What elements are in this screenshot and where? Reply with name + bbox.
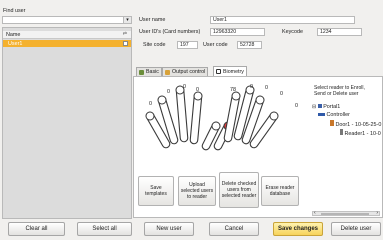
finger-count-label: 0 — [167, 89, 170, 95]
site-code-input[interactable]: 197 — [177, 41, 198, 49]
door-icon — [330, 120, 334, 126]
tree-node[interactable]: Controller — [318, 112, 350, 118]
finger-count-label: 0 — [196, 87, 199, 93]
finger-select-button[interactable] — [255, 95, 265, 105]
expand-icon: ⊟ — [312, 104, 317, 110]
user-code-label: User code — [203, 42, 228, 48]
controller-icon — [318, 113, 325, 116]
keycode-input[interactable]: 1234 — [317, 28, 362, 36]
tab-biometry[interactable]: Biometry — [213, 66, 247, 76]
tab-basic[interactable]: Basic — [136, 67, 162, 76]
tree-scrollbar[interactable]: ‹ › — [312, 210, 380, 216]
reader-icon — [340, 129, 343, 135]
card-numbers-label: User ID's (Card numbers) — [139, 29, 201, 35]
finger-count-label: 78 — [230, 87, 236, 93]
finger-count-label: 0 — [280, 91, 283, 97]
finger-count-label: 0 — [295, 103, 298, 109]
tree-node[interactable]: Door1 - 10-05-25-0 — [330, 120, 381, 128]
finger-count-label: 0 — [149, 101, 152, 107]
finger-fill — [176, 86, 188, 142]
user-code-input[interactable]: 52728 — [237, 41, 262, 49]
delete-user-button[interactable]: Delete user — [331, 222, 381, 236]
finger-count-label: 0 — [250, 84, 253, 90]
finger-count-label: 0 — [183, 84, 186, 90]
new-user-button[interactable]: New user — [144, 222, 194, 236]
scroll-right-icon: › — [376, 210, 378, 216]
finger-select-button[interactable] — [269, 111, 279, 121]
card-number-input[interactable]: 12963320 — [210, 28, 265, 36]
finger-fill — [190, 92, 202, 144]
row-checkbox[interactable] — [123, 41, 128, 46]
portal-icon — [317, 104, 322, 108]
output-control-icon — [165, 69, 170, 75]
finger-select-button[interactable] — [211, 121, 221, 131]
find-user-label: Find user — [3, 8, 26, 14]
site-code-label: Site code — [143, 42, 166, 48]
tree-node[interactable]: ⊟ Portal1 — [312, 104, 340, 110]
scroll-thumb[interactable] — [321, 213, 369, 215]
find-user-input[interactable] — [2, 16, 125, 24]
save-changes-button[interactable]: Save changes — [273, 222, 323, 236]
user-name-input[interactable]: User1 — [210, 16, 355, 24]
delete-checked-users-button[interactable]: Delete checked users from selected reade… — [219, 172, 259, 208]
clear-all-button[interactable]: Clear all — [8, 222, 65, 236]
cancel-button[interactable]: Cancel — [209, 222, 259, 236]
basic-icon — [139, 69, 144, 75]
finger-count-label: 0 — [265, 85, 268, 91]
scroll-left-icon: ‹ — [314, 210, 316, 216]
erase-reader-database-button[interactable]: Erase reader database — [261, 176, 299, 206]
user-name-label: User name — [139, 17, 166, 23]
keycode-label: Keycode — [282, 29, 303, 35]
biometry-icon — [216, 69, 221, 74]
finger-select-button[interactable] — [145, 111, 155, 121]
tab-output-control[interactable]: Output control — [162, 67, 209, 76]
finger-select-button[interactable] — [193, 91, 203, 101]
finger-select-button[interactable] — [231, 91, 241, 101]
tree-node[interactable]: Reader1 - 10-0 — [340, 129, 381, 137]
table-row[interactable]: User1 — [3, 40, 131, 47]
reader-instruction-text: Select reader to Enroll, Send or Delete … — [314, 85, 365, 97]
name-column-header[interactable]: Name — [6, 32, 20, 38]
chevron-down-icon: ▾ — [126, 17, 129, 23]
select-all-button[interactable]: Select all — [77, 222, 132, 236]
finger-select-button[interactable] — [157, 95, 167, 105]
column-sort-icon: ⇄ — [122, 31, 127, 37]
hand-outline-diagram — [145, 85, 279, 151]
upload-users-button[interactable]: Upload selected users to reader — [178, 176, 216, 206]
find-user-dropdown-button[interactable]: ▾ — [123, 16, 132, 24]
user-name-cell: User1 — [8, 40, 23, 47]
user-list: Name ⇄ User1 — [2, 27, 132, 219]
save-templates-button[interactable]: Save templates — [138, 176, 174, 206]
user-list-header: Name ⇄ — [3, 31, 131, 39]
